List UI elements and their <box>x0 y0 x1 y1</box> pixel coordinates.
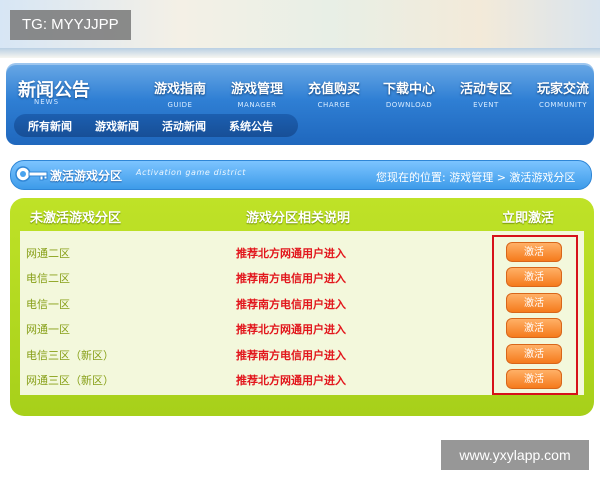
column-header-activate: 立即激活 <box>502 211 555 226</box>
nav-item-sublabel: GUIDE <box>167 101 193 109</box>
district-description: 推荐南方电信用户进入 <box>236 349 346 362</box>
nav-item-guide[interactable]: 游戏指南 GUIDE <box>143 78 217 109</box>
activate-button-dianxin-1[interactable]: 激活 <box>506 293 562 313</box>
watermark-top-left: TG: MYYJJPP <box>10 10 131 40</box>
district-description: 推荐北方网通用户进入 <box>236 374 346 387</box>
activate-button-wangtong-3[interactable]: 激活 <box>506 369 562 389</box>
district-description: 推荐南方电信用户进入 <box>236 298 346 311</box>
activate-button-dianxin-3[interactable]: 激活 <box>506 344 562 364</box>
district-name: 网通二区 <box>26 247 70 260</box>
key-icon <box>15 166 48 182</box>
nav-item-label: 游戏管理 <box>230 82 283 97</box>
nav-item-manager[interactable]: 游戏管理 MANAGER <box>220 78 294 109</box>
subnav-event-news[interactable]: 活动新闻 <box>148 118 215 134</box>
nav-item-label: 活动专区 <box>459 82 512 97</box>
district-name: 电信三区（新区） <box>26 349 114 362</box>
nav-item-community[interactable]: 玩家交流 COMMUNITY <box>526 78 600 109</box>
nav-item-label: 充值购买 <box>307 82 360 97</box>
nav-item-label: 玩家交流 <box>536 82 589 97</box>
nav-item-sublabel: DOWNLOAD <box>385 101 433 109</box>
subnav-game-news[interactable]: 游戏新闻 <box>81 118 148 134</box>
breadcrumb: 您现在的位置: 游戏管理 > 激活游戏分区 <box>376 171 576 184</box>
top-banner-edge <box>0 48 600 58</box>
nav-item-sublabel: COMMUNITY <box>539 101 587 109</box>
activate-button-wangtong-2[interactable]: 激活 <box>506 242 562 262</box>
district-description: 推荐南方电信用户进入 <box>236 272 346 285</box>
nav-item-label: 游戏指南 <box>153 82 206 97</box>
activate-button-wangtong-1[interactable]: 激活 <box>506 318 562 338</box>
nav-brand-news-en: NEWS <box>34 98 60 106</box>
district-name: 电信一区 <box>26 298 70 311</box>
district-name: 电信二区 <box>26 272 70 285</box>
section-title: 激活游戏分区 <box>50 169 123 183</box>
activate-button-dianxin-2[interactable]: 激活 <box>506 267 562 287</box>
district-name: 网通三区（新区） <box>26 374 114 387</box>
nav-item-event[interactable]: 活动专区 EVENT <box>449 78 523 109</box>
subnav-all-news[interactable]: 所有新闻 <box>14 118 81 134</box>
column-header-description: 游戏分区相关说明 <box>246 211 351 226</box>
watermark-bottom-right: www.yxylapp.com <box>441 440 589 470</box>
section-title-en: Activation game district <box>136 168 247 177</box>
nav-item-download[interactable]: 下载中心 DOWNLOAD <box>372 78 446 109</box>
nav-item-charge[interactable]: 充值购买 CHARGE <box>297 78 371 109</box>
nav-item-sublabel: EVENT <box>473 101 499 109</box>
subnav-system-notice[interactable]: 系统公告 <box>215 118 282 134</box>
nav-item-sublabel: MANAGER <box>237 101 277 109</box>
nav-item-label: 下载中心 <box>382 82 435 97</box>
news-subnav: 所有新闻 游戏新闻 活动新闻 系统公告 <box>14 114 298 137</box>
nav-item-sublabel: CHARGE <box>317 101 351 109</box>
district-description: 推荐北方网通用户进入 <box>236 247 346 260</box>
district-name: 网通一区 <box>26 323 70 336</box>
column-header-district: 未激活游戏分区 <box>30 211 122 226</box>
district-description: 推荐北方网通用户进入 <box>236 323 346 336</box>
